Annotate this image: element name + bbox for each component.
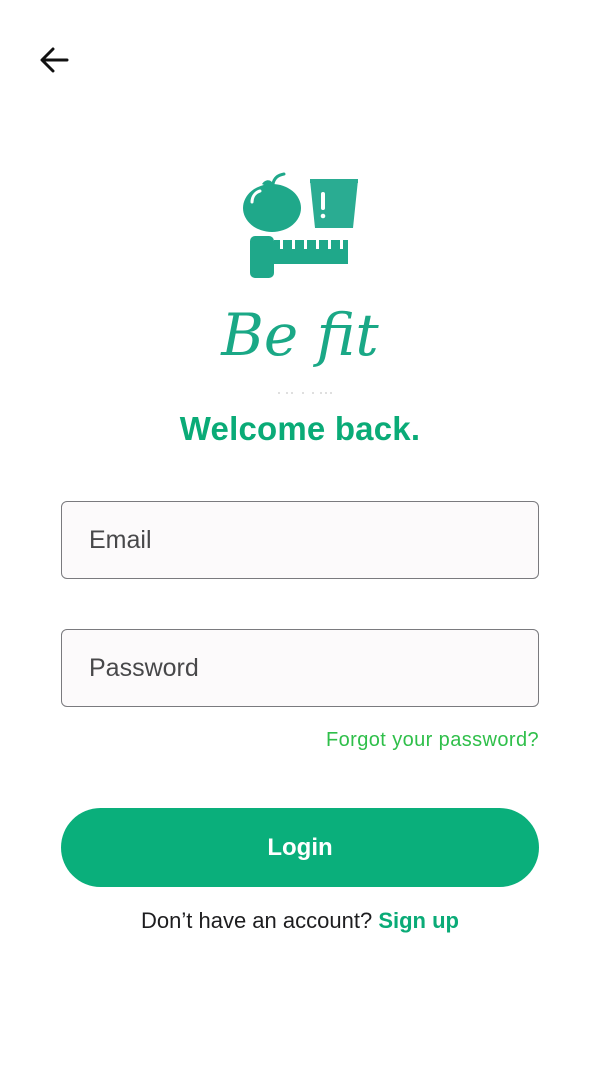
login-button[interactable]: Login	[61, 808, 539, 887]
tape-measure-icon	[250, 236, 348, 278]
forgot-password-link[interactable]: Forgot your password?	[326, 729, 539, 752]
password-input[interactable]	[87, 652, 538, 684]
glass-icon	[310, 179, 358, 228]
login-button-label: Login	[267, 833, 333, 861]
password-field[interactable]	[61, 629, 539, 707]
logo-tagline-decoration	[278, 392, 332, 394]
signup-link[interactable]: Sign up	[378, 908, 459, 933]
signup-prompt-row: Don’t have an account? Sign up	[0, 908, 600, 934]
signup-prompt-text: Don’t have an account?	[141, 908, 373, 933]
back-button[interactable]	[34, 40, 74, 80]
apple-icon	[243, 172, 301, 232]
email-field[interactable]	[61, 501, 539, 579]
email-input[interactable]	[87, 524, 538, 556]
arrow-left-icon	[40, 47, 69, 73]
page-title: Welcome back.	[179, 410, 421, 447]
app-logo: Be fit	[200, 172, 400, 398]
logo-wordmark: Be fit	[220, 301, 379, 369]
